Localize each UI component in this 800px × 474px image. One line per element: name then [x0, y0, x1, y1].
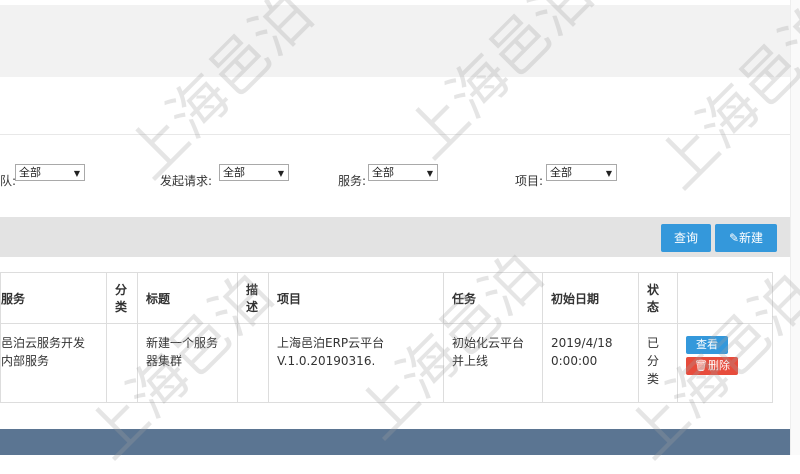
col-header-desc-line1: 描: [246, 283, 259, 297]
col-header-actions: [677, 272, 773, 324]
col-header-status-line2: 态: [647, 300, 660, 314]
team-filter-select[interactable]: 全部 ▼: [15, 164, 85, 181]
table-row: 邑泊云服务开发 内部服务 新建一个服务 器集群 上海邑泊ERP云平台 V.1.0…: [0, 323, 773, 403]
filter-bar: 队: 全部 ▼ 发起请求: 全部 ▼ 服务: 全部 ▼ 项目: 全部 ▼: [0, 160, 790, 190]
service-filter-value: 全部: [372, 166, 394, 179]
team-filter-label: 队:: [0, 174, 17, 188]
cell-service-line1: 邑泊云服务开发: [1, 336, 86, 350]
cell-desc: [237, 323, 269, 403]
project-filter-value: 全部: [550, 166, 572, 179]
cell-category: [106, 323, 138, 403]
scrollbar[interactable]: [790, 0, 800, 455]
cell-status: 已 分 类: [638, 323, 678, 403]
cell-status-line1: 已: [647, 336, 660, 350]
cell-task-line1: 初始化云平台: [452, 336, 525, 350]
col-header-category-line1: 分: [115, 283, 128, 297]
cell-project: 上海邑泊ERP云平台 V.1.0.20190316.: [268, 323, 444, 403]
request-filter-value: 全部: [223, 166, 245, 179]
cell-date-line2: 0:00:00: [551, 354, 598, 368]
cell-date-line1: 2019/4/18: [551, 336, 613, 350]
cell-project-line1: 上海邑泊ERP云平台: [277, 336, 385, 350]
service-request-table: 服务 分 类 标题 描 述 项目 任务 初始日期 状 态 邑泊云服务开发 内部服: [0, 272, 773, 403]
col-header-service[interactable]: 服务: [0, 272, 107, 324]
delete-button[interactable]: 🗑删除: [686, 357, 738, 375]
cell-status-line2: 分: [647, 354, 660, 368]
col-header-task[interactable]: 任务: [443, 272, 543, 324]
divider: [0, 134, 790, 135]
col-header-project[interactable]: 项目: [268, 272, 444, 324]
cell-start-date: 2019/4/18 0:00:00: [542, 323, 639, 403]
col-header-category[interactable]: 分 类: [106, 272, 138, 324]
col-header-desc[interactable]: 描 述: [237, 272, 269, 324]
cell-task: 初始化云平台 并上线: [443, 323, 543, 403]
cell-service-line2: 内部服务: [1, 354, 50, 368]
cell-service: 邑泊云服务开发 内部服务: [0, 323, 107, 403]
view-button[interactable]: 查看: [686, 336, 728, 354]
cell-project-line2: V.1.0.20190316.: [277, 354, 376, 368]
new-button-label: 新建: [739, 231, 764, 245]
query-button[interactable]: 查询: [661, 224, 711, 252]
project-filter-select[interactable]: 全部 ▼: [546, 164, 617, 181]
table-header-row: 服务 分 类 标题 描 述 项目 任务 初始日期 状 态: [0, 272, 773, 324]
col-header-desc-line2: 述: [246, 300, 259, 314]
chevron-down-icon: ▼: [73, 169, 80, 178]
cell-status-line3: 类: [647, 372, 660, 386]
footer-bar: [0, 429, 790, 455]
project-filter-label: 项目:: [515, 174, 544, 188]
col-header-status[interactable]: 状 态: [638, 272, 678, 324]
chevron-down-icon: ▼: [605, 169, 612, 178]
pencil-icon: ✎: [728, 231, 740, 245]
chevron-down-icon: ▼: [426, 169, 433, 178]
cell-actions: 查看 🗑删除: [677, 323, 773, 403]
cell-title-line1: 新建一个服务: [146, 336, 219, 350]
col-header-category-line2: 类: [115, 300, 128, 314]
page-header-band: [0, 5, 790, 77]
trash-icon: 🗑: [694, 359, 708, 372]
cell-title-line2: 器集群: [146, 354, 183, 368]
view-button-label: 查看: [696, 338, 718, 351]
cell-task-line2: 并上线: [452, 354, 489, 368]
service-filter-select[interactable]: 全部 ▼: [368, 164, 438, 181]
request-filter-label: 发起请求:: [160, 174, 213, 188]
service-filter-label: 服务:: [338, 174, 367, 188]
delete-button-label: 删除: [707, 359, 730, 372]
cell-title: 新建一个服务 器集群: [137, 323, 238, 403]
chevron-down-icon: ▼: [277, 169, 284, 178]
team-filter-value: 全部: [19, 166, 41, 179]
request-filter-select[interactable]: 全部 ▼: [219, 164, 289, 181]
query-button-label: 查询: [673, 231, 698, 245]
col-header-start-date[interactable]: 初始日期: [542, 272, 639, 324]
col-header-title[interactable]: 标题: [137, 272, 238, 324]
col-header-status-line1: 状: [647, 283, 660, 297]
toolbar: 查询 ✎新建: [0, 217, 790, 257]
new-button[interactable]: ✎新建: [715, 224, 777, 252]
